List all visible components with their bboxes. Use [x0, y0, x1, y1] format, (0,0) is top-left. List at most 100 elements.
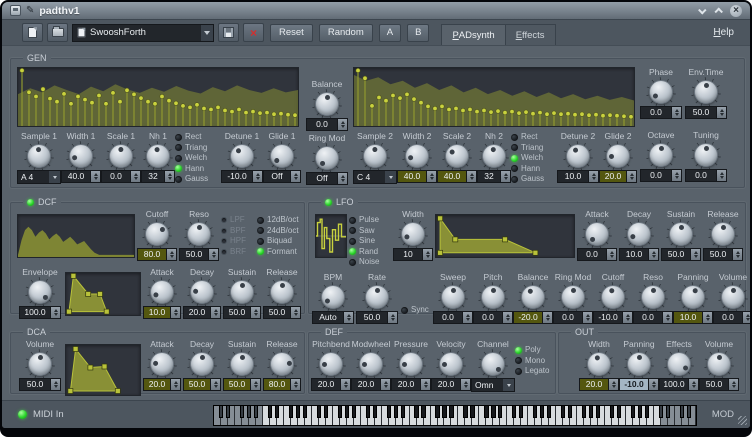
spin-buttons[interactable] [716, 107, 726, 118]
spin-buttons[interactable] [671, 170, 681, 181]
balance-spinbox[interactable]: 0.0 [306, 118, 348, 131]
radio-osc2-window-welch[interactable]: Welch [511, 154, 557, 162]
def-velocity-spinbox[interactable]: 20.0 [431, 378, 471, 391]
lfo-ringmod-spinbox[interactable]: 0.0 [553, 311, 593, 324]
piano-black-key[interactable] [470, 406, 474, 418]
piano-black-key[interactable] [666, 406, 670, 418]
radio-osc2-window-rect[interactable]: Rect [511, 133, 557, 141]
lfo-sustain-knob[interactable] [668, 221, 694, 247]
dcf-reso-spinbox[interactable]: 50.0 [179, 248, 219, 261]
radio-def-mode-poly[interactable]: Poly [515, 346, 555, 354]
radio-osc2-window-triang[interactable]: Triang [511, 144, 557, 152]
piano-black-key[interactable] [582, 406, 586, 418]
radio-dcf-type-lpf[interactable]: LPF [221, 216, 255, 224]
spin-buttons[interactable] [90, 171, 100, 182]
lfo-sweep-knob[interactable] [440, 284, 466, 310]
spin-buttons[interactable] [208, 249, 218, 260]
lfo-cutoff-knob[interactable] [600, 284, 626, 310]
piano-black-key[interactable] [387, 406, 391, 418]
lfo-attack-knob[interactable] [584, 221, 610, 247]
out-effects-knob[interactable] [666, 351, 692, 377]
piano-black-key[interactable] [645, 406, 649, 418]
radio-osc1-window-gauss[interactable]: Gauss [175, 175, 221, 183]
radio-dcf-type-brf[interactable]: BRF [221, 248, 255, 256]
ringmod-knob[interactable] [314, 145, 340, 171]
piano-black-key[interactable] [687, 406, 691, 418]
lfo-balance-knob[interactable] [520, 284, 546, 310]
spin-buttons[interactable] [250, 307, 260, 318]
spin-buttons[interactable] [671, 107, 681, 118]
spin-buttons[interactable] [462, 312, 472, 323]
piano-black-key[interactable] [512, 406, 516, 418]
titlebar[interactable]: padthv1 [2, 2, 750, 20]
piano-black-key[interactable] [561, 406, 565, 418]
dcf-sustain-knob[interactable] [229, 279, 255, 305]
dcf-decay-spinbox[interactable]: 20.0 [183, 306, 221, 319]
b-button[interactable]: B [407, 24, 429, 42]
close-icon[interactable] [730, 5, 742, 17]
piano-black-key[interactable] [289, 406, 293, 418]
def-velocity-knob[interactable] [438, 351, 464, 377]
lfo-bpm-knob[interactable] [320, 284, 346, 310]
piano-black-key[interactable] [394, 406, 398, 418]
spin-buttons[interactable] [500, 171, 510, 182]
spin-buttons[interactable] [337, 173, 347, 184]
def-pitchbend-spinbox[interactable]: 20.0 [311, 378, 351, 391]
def-pressure-spinbox[interactable]: 20.0 [391, 378, 431, 391]
dcf-attack-spinbox[interactable]: 10.0 [143, 306, 181, 319]
phase-knob[interactable] [648, 79, 674, 105]
preset-combobox[interactable]: SwooshForth [72, 24, 214, 42]
radio-lfo-shape-sine[interactable]: Sine [349, 237, 391, 245]
lfo-rate-knob[interactable] [364, 284, 390, 310]
piano-keyboard[interactable] [213, 405, 697, 426]
glide1-knob[interactable] [269, 143, 295, 169]
def-channel-combobox[interactable]: Omn [471, 378, 515, 392]
radio-def-mode-legato[interactable]: Legato [515, 367, 555, 375]
dca-envelope-display[interactable] [65, 344, 141, 396]
resize-grip-icon[interactable] [738, 416, 747, 425]
spin-buttons[interactable] [50, 379, 60, 390]
dcf-release-spinbox[interactable]: 50.0 [263, 306, 301, 319]
out-effects-spinbox[interactable]: 100.0 [659, 378, 699, 391]
octave-spinbox[interactable]: 0.0 [640, 169, 682, 182]
def-modwheel-knob[interactable] [358, 351, 384, 377]
radio-dcf-slope-biquad[interactable]: Biquad [257, 237, 309, 245]
lfo-volume-knob[interactable] [720, 284, 746, 310]
glide2-knob[interactable] [605, 143, 631, 169]
piano-black-key[interactable] [240, 406, 244, 418]
spin-buttons[interactable] [626, 171, 636, 182]
lfo-bpm-spinbox[interactable]: Auto [312, 311, 354, 324]
lfo-sustain-spinbox[interactable]: 50.0 [661, 248, 701, 261]
delete-preset-button[interactable] [243, 23, 264, 42]
piano-black-key[interactable] [352, 406, 356, 418]
lfo-attack-spinbox[interactable]: 0.0 [577, 248, 617, 261]
def-modwheel-spinbox[interactable]: 20.0 [351, 378, 391, 391]
dca-sustain-spinbox[interactable]: 50.0 [223, 378, 261, 391]
detune1-spinbox[interactable]: -10.0 [221, 170, 263, 183]
out-width-knob[interactable] [586, 351, 612, 377]
spin-buttons[interactable] [688, 379, 698, 390]
piano-black-key[interactable] [484, 406, 488, 418]
detune1-knob[interactable] [229, 143, 255, 169]
tuning-spinbox[interactable]: 0.0 [685, 169, 727, 182]
lfo-panning-spinbox[interactable]: 10.0 [673, 311, 713, 324]
out-volume-spinbox[interactable]: 50.0 [699, 378, 739, 391]
piano-black-key[interactable] [617, 406, 621, 418]
piano-black-key[interactable] [303, 406, 307, 418]
spin-buttons[interactable] [608, 379, 618, 390]
spin-buttons[interactable] [252, 171, 262, 182]
radio-osc1-window-triang[interactable]: Triang [175, 144, 221, 152]
sample2-combobox[interactable]: C 4 [353, 170, 397, 184]
lfo-rate-spinbox[interactable]: 50.0 [356, 311, 398, 324]
radio-lfo-shape-pulse[interactable]: Pulse [349, 216, 391, 224]
lfo-sweep-spinbox[interactable]: 0.0 [433, 311, 473, 324]
lfo-reso-knob[interactable] [640, 284, 666, 310]
out-panning-spinbox[interactable]: -10.0 [619, 378, 659, 391]
glide2-spinbox[interactable]: 20.0 [599, 170, 637, 183]
sample1-knob[interactable] [26, 143, 52, 169]
spin-buttons[interactable] [426, 171, 436, 182]
spin-buttons[interactable] [164, 171, 174, 182]
save-preset-button[interactable] [218, 23, 239, 42]
dca-volume-knob[interactable] [27, 351, 53, 377]
spin-buttons[interactable] [130, 171, 140, 182]
